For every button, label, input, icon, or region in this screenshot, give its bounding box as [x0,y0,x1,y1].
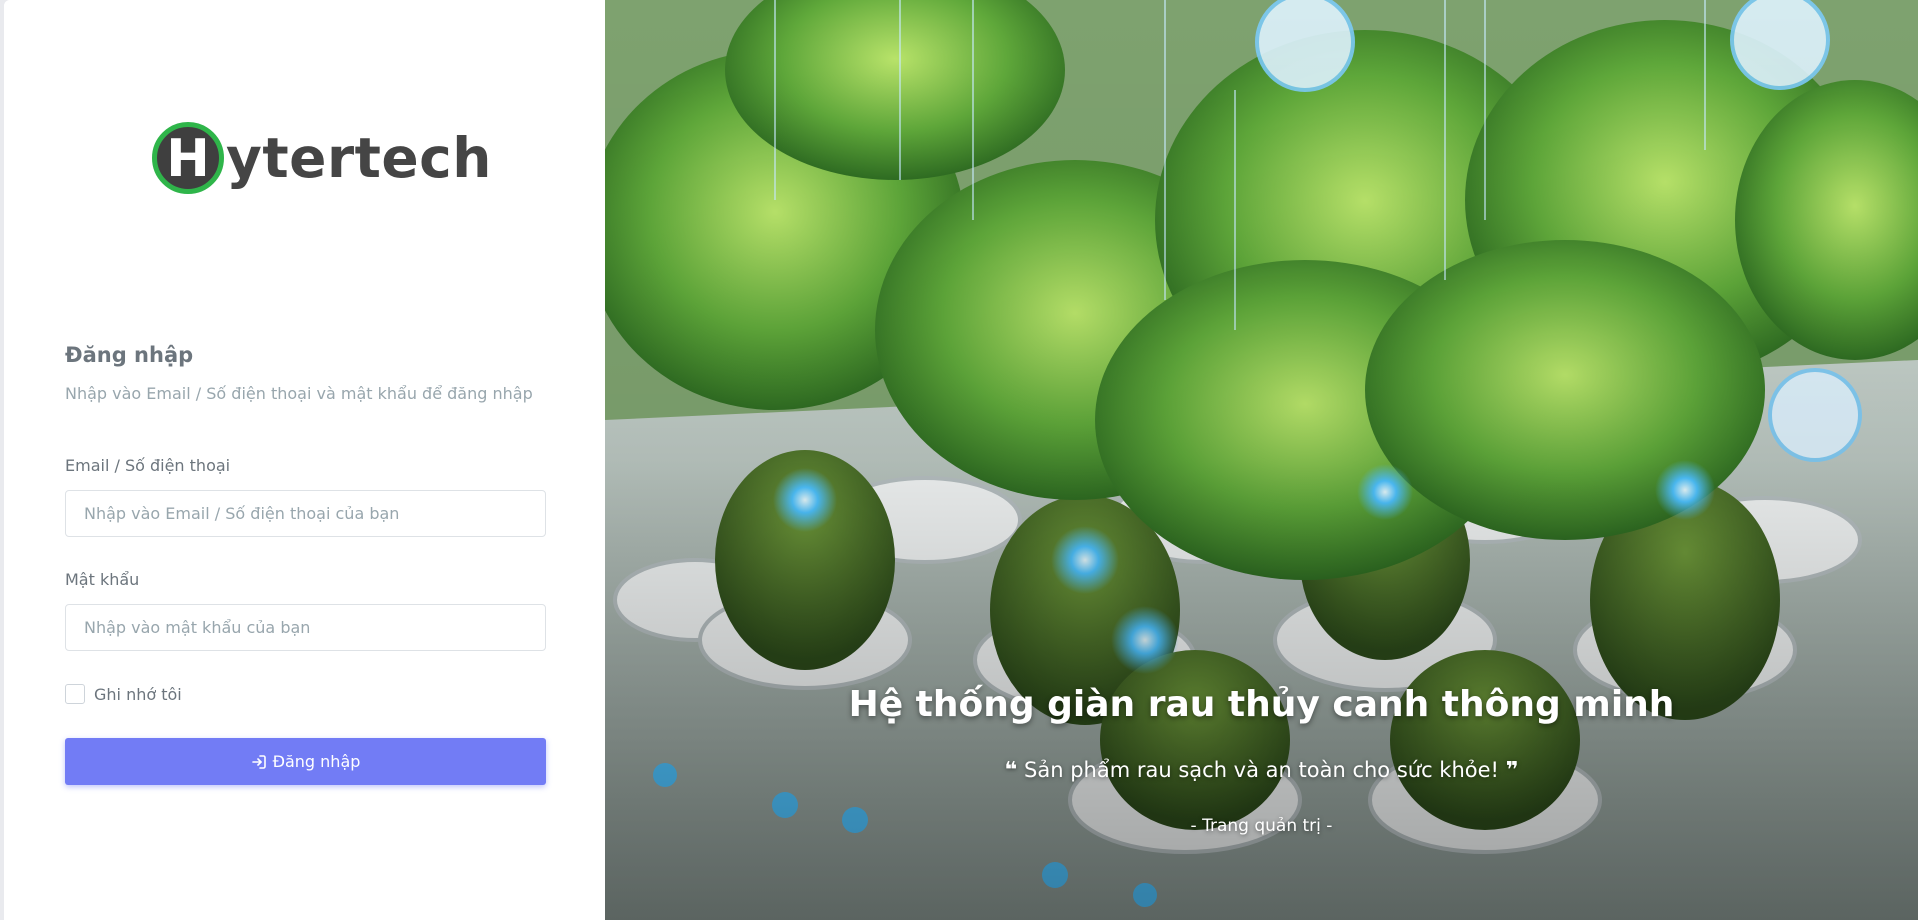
quote-close-icon: ❞ [1505,758,1519,783]
login-button[interactable]: Đăng nhập [65,738,546,785]
hero-author: - Trang quản trị - [1190,816,1333,836]
login-icon [251,754,267,770]
remember-label: Ghi nhớ tôi [94,684,182,704]
password-label: Mật khẩu [65,570,140,589]
hero-quote: ❝ Sản phẩm rau sạch và an toàn cho sức k… [605,758,1918,783]
login-button-label: Đăng nhập [272,752,361,771]
login-page: H ytertech Đăng nhập Nhập vào Email / Số… [4,0,1918,920]
quote-open-icon: ❝ [1004,758,1018,783]
logo-text: ytertech [226,125,492,190]
form-subtitle: Nhập vào Email / Số điện thoại và mật kh… [65,384,533,403]
quote-text: Sản phẩm rau sạch và an toàn cho sức khỏ… [1024,758,1499,782]
login-panel: H ytertech Đăng nhập Nhập vào Email / Số… [4,0,605,920]
remember-me[interactable]: Ghi nhớ tôi [65,684,182,704]
hero-title: Hệ thống giàn rau thủy canh thông minh [848,684,1675,725]
email-field[interactable] [65,490,546,537]
email-label: Email / Số điện thoại [65,456,231,475]
brand-logo: H ytertech [152,122,492,194]
password-field[interactable] [65,604,546,651]
logo-mark: H [152,122,224,194]
hero-image: Hệ thống giàn rau thủy canh thông minh ❝… [605,0,1918,920]
remember-checkbox[interactable] [65,684,85,704]
form-title: Đăng nhập [65,343,194,367]
logo-mark-letter: H [166,129,210,189]
